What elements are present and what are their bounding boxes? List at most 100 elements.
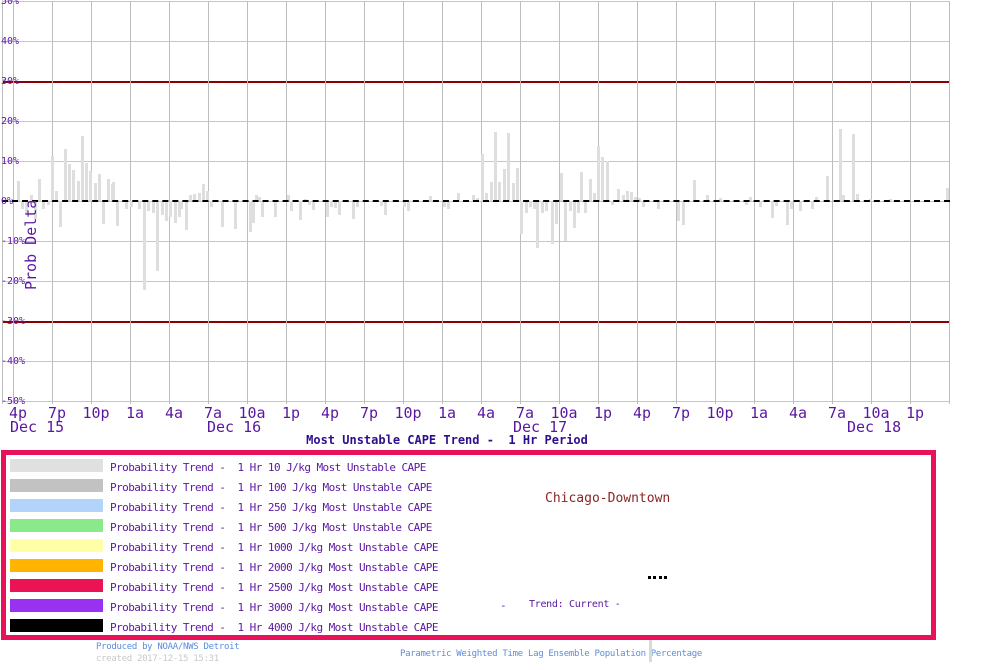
v-gridline [793, 1, 794, 404]
probability-bar [124, 201, 128, 209]
x-tick-label: 10p [394, 404, 422, 422]
probability-bar [515, 168, 519, 201]
probability-bar [298, 201, 302, 221]
legend-item-label: Probability Trend - 1 Hr 500 J/kg Most U… [110, 521, 432, 534]
probability-bar [76, 181, 80, 201]
y-tick-label: 30% [1, 76, 20, 87]
probability-bar [164, 201, 168, 221]
legend-swatch [10, 519, 103, 532]
v-gridline [364, 1, 365, 404]
probability-bar [851, 133, 855, 201]
legend-swatch [10, 619, 103, 632]
v-gridline [598, 1, 599, 404]
probability-bar [106, 179, 110, 201]
legend-item-label: Probability Trend - 1 Hr 3000 J/kg Most … [110, 601, 438, 614]
probability-bar [524, 201, 528, 213]
x-tick-label: 1a [437, 404, 457, 422]
probability-bar [251, 201, 255, 223]
probability-bar [540, 201, 544, 213]
probability-bar [596, 145, 600, 201]
probability-bar [88, 171, 92, 201]
probability-bar [41, 201, 45, 209]
probability-bar [945, 187, 949, 201]
x-tick-label: 4p [632, 404, 652, 422]
probability-bar [544, 201, 548, 211]
x-tick-label: 7a [827, 404, 847, 422]
x-date-label: Dec 15 [10, 418, 65, 436]
probability-bar [579, 171, 583, 201]
probability-bar [681, 201, 685, 225]
chart-title: Most Unstable CAPE Trend - 1 Hr Period [306, 433, 588, 447]
probability-bar [583, 201, 587, 213]
legend-item-label: Probability Trend - 1 Hr 4000 J/kg Most … [110, 621, 438, 634]
x-tick-label: 1a [125, 404, 145, 422]
y-tick-label: 40% [1, 36, 20, 47]
probability-bar [383, 201, 387, 215]
probability-bar [600, 157, 604, 201]
probability-bar [58, 201, 62, 227]
h-gridline [2, 361, 950, 362]
reference-line [2, 81, 950, 83]
probability-bar [160, 201, 164, 215]
probability-bar [493, 131, 497, 201]
probability-bar [563, 201, 567, 241]
x-tick-label: 4a [164, 404, 184, 422]
v-gridline [949, 1, 950, 404]
cape-trend-chart-page: 50% 40% 30% 20% 10% 0% -10% -20% -30% -40% -50% 4p 7… [0, 0, 1000, 670]
legend-swatch [10, 559, 103, 572]
probability-bar [502, 169, 506, 201]
legend-swatch [10, 459, 103, 472]
h-gridline [2, 1, 950, 2]
probability-bar [798, 201, 802, 211]
h-gridline [2, 41, 950, 42]
probability-bar [16, 181, 20, 201]
v-gridline [91, 1, 92, 404]
probability-bar [71, 169, 75, 201]
x-tick-label: 4p [320, 404, 340, 422]
probability-bar [554, 201, 558, 225]
probability-bar [506, 133, 510, 201]
h-gridline [2, 401, 950, 402]
reference-line [2, 321, 950, 323]
probability-bar [111, 181, 115, 201]
probability-bar [519, 201, 523, 234]
x-tick-label: 10p [706, 404, 734, 422]
probability-bar [101, 201, 105, 225]
probability-bar [676, 201, 680, 221]
probability-bar [84, 163, 88, 201]
x-date-label: Dec 16 [207, 418, 262, 436]
v-gridline [637, 1, 638, 404]
probability-bar [168, 201, 172, 217]
legend-swatch [10, 499, 103, 512]
probability-bar [692, 179, 696, 201]
probability-bar [559, 173, 563, 201]
probability-bar [184, 201, 188, 231]
probability-bar [511, 183, 515, 201]
v-gridline [481, 1, 482, 404]
probability-bar [446, 201, 450, 209]
probability-bar [351, 201, 355, 219]
y-tick-label: 10% [1, 156, 20, 167]
probability-bar [67, 164, 71, 201]
probability-bar [825, 175, 829, 201]
probability-bar [333, 201, 337, 209]
x-tick-label: 10p [82, 404, 110, 422]
probability-bar [497, 181, 501, 201]
probability-bar [550, 201, 554, 245]
x-tick-label: 1p [593, 404, 613, 422]
x-tick-label: 1p [905, 404, 925, 422]
legend-item-label: Probability Trend - 1 Hr 10 J/kg Most Un… [110, 461, 426, 474]
x-tick-label: 7p [671, 404, 691, 422]
h-gridline [2, 161, 950, 162]
probability-bar [535, 201, 539, 248]
probability-bar [260, 201, 264, 217]
legend-item-label: Probability Trend - 1 Hr 2500 J/kg Most … [110, 581, 438, 594]
probability-bar [576, 201, 580, 213]
legend-item-label: Probability Trend - 1 Hr 2000 J/kg Most … [110, 561, 438, 574]
v-gridline [52, 1, 53, 404]
probability-bar [337, 201, 341, 215]
probability-bar [480, 153, 484, 201]
probability-bar [656, 201, 660, 209]
footer-created-timestamp: created 2017-12-15 15:31 [96, 654, 219, 664]
x-tick-label: 4a [476, 404, 496, 422]
